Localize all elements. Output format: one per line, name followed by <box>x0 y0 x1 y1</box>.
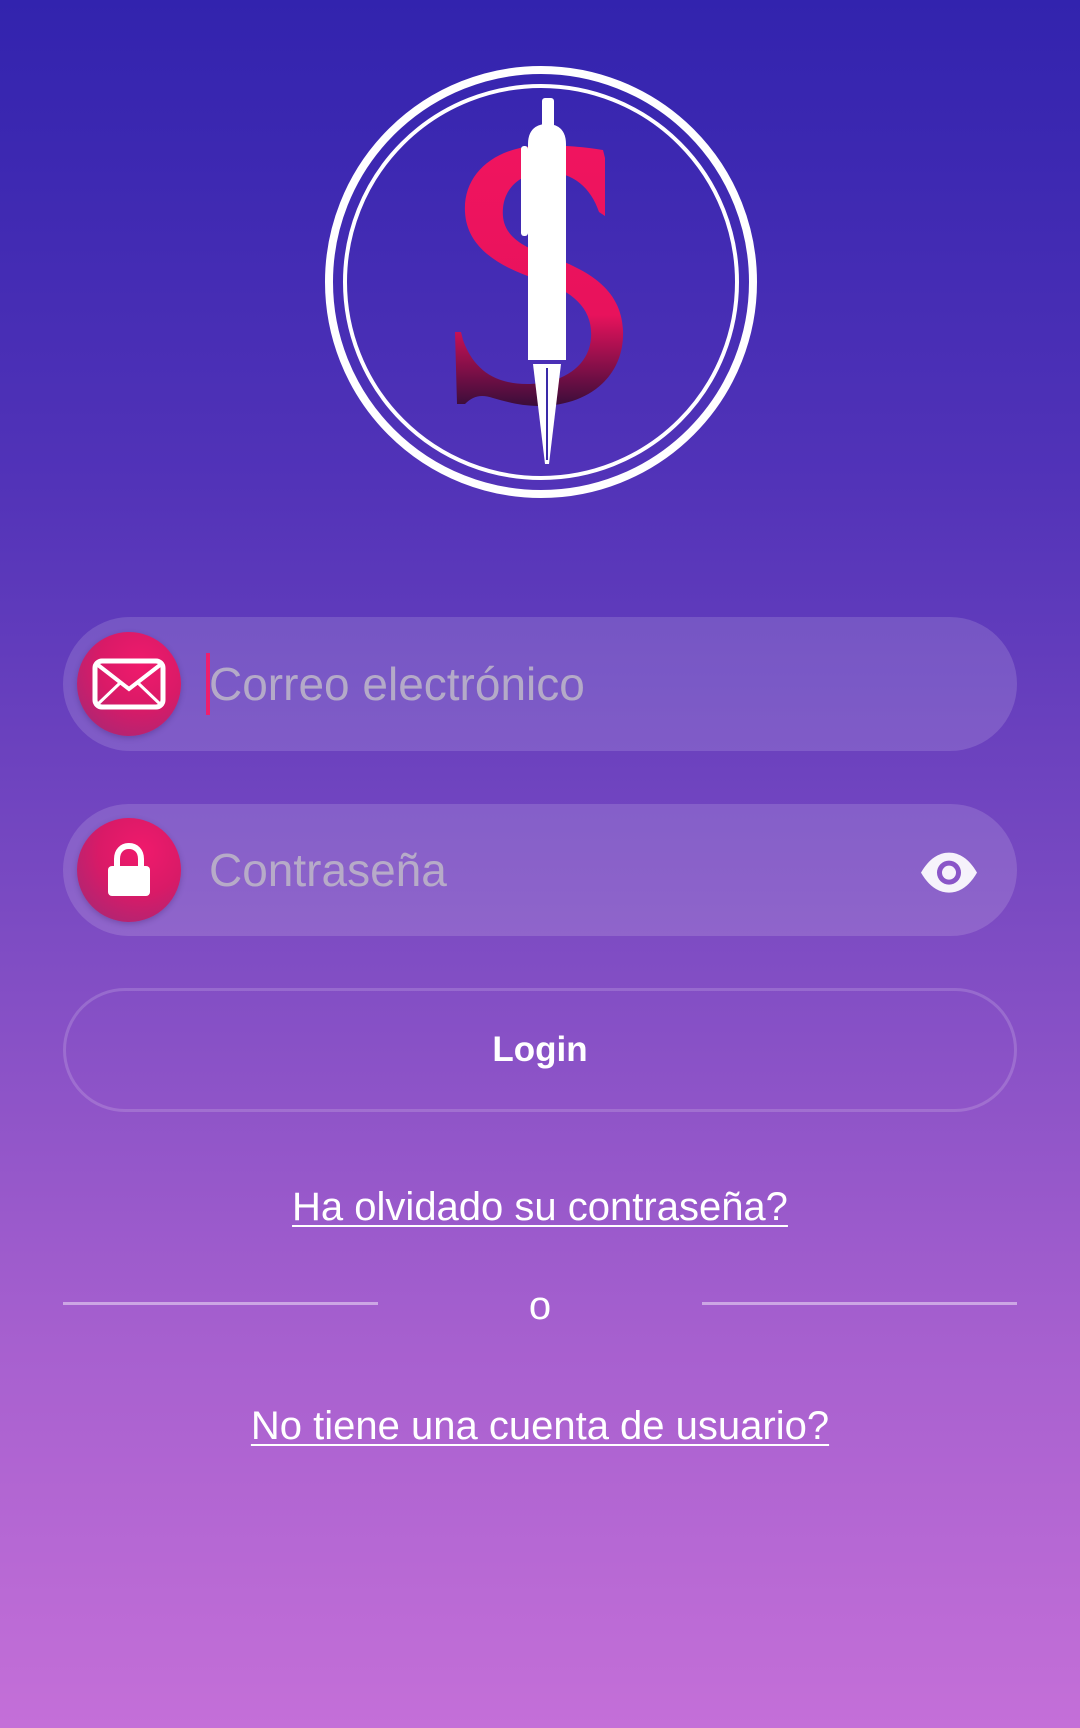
app-logo <box>325 66 757 498</box>
email-input[interactable] <box>209 617 849 751</box>
lock-icon <box>77 818 181 922</box>
eye-icon[interactable] <box>919 851 979 895</box>
register-link[interactable]: No tiene una cuenta de usuario? <box>0 1404 1080 1449</box>
password-input[interactable] <box>209 804 849 936</box>
envelope-icon <box>77 632 181 736</box>
password-field-container <box>63 804 1017 936</box>
forgot-password-link[interactable]: Ha olvidado su contraseña? <box>0 1185 1080 1230</box>
email-field-container <box>63 617 1017 751</box>
divider-separator-text: o <box>528 1284 552 1328</box>
login-button[interactable]: Login <box>63 988 1017 1112</box>
pen-icon <box>521 98 566 464</box>
divider-right <box>702 1302 1017 1305</box>
